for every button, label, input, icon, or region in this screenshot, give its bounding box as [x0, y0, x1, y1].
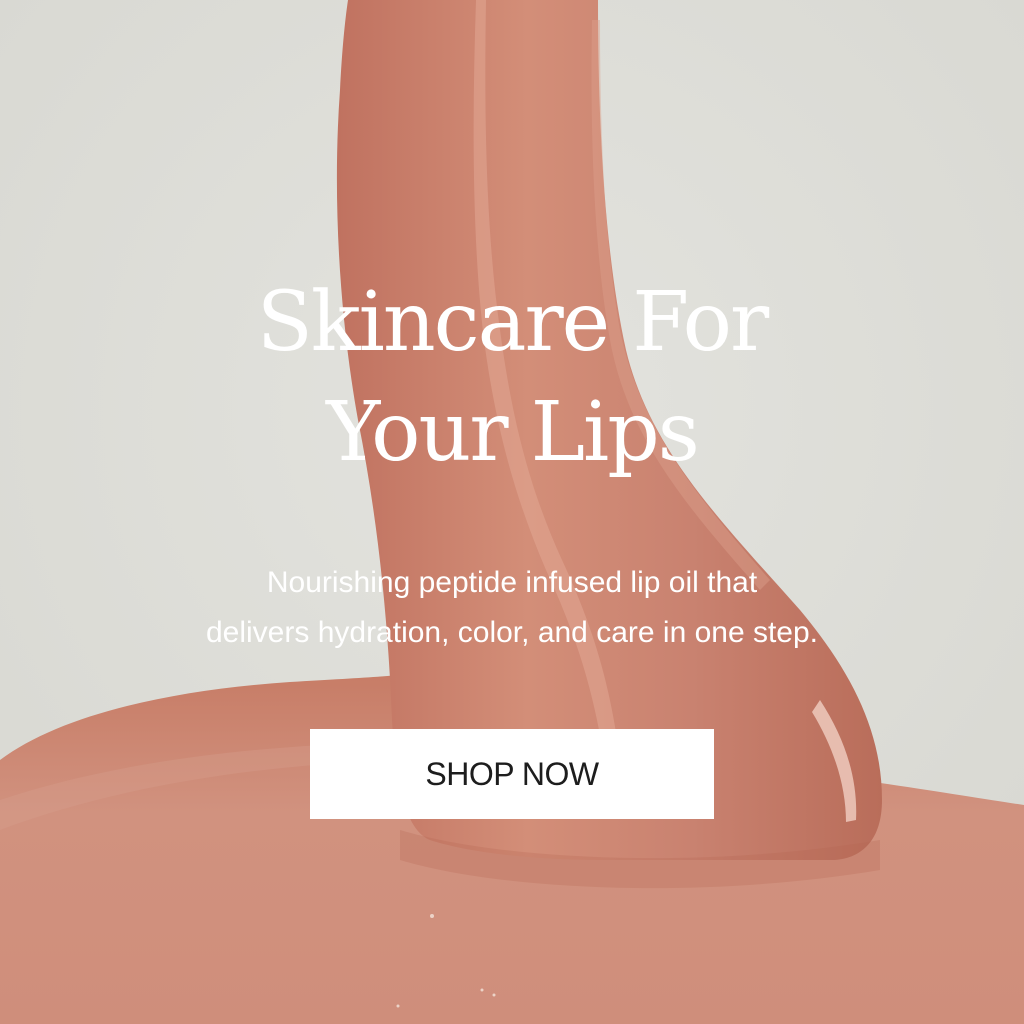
- headline-line-1: Skincare For: [256, 275, 769, 370]
- hero-subcopy: Nourishing peptide infused lip oil that …: [0, 558, 1024, 658]
- hero-banner: Skincare For Your Lips Nourishing peptid…: [0, 0, 1024, 1024]
- subcopy-line-2: delivers hydration, color, and care in o…: [205, 616, 819, 649]
- subcopy-line-1: Nourishing peptide infused lip oil that: [266, 566, 758, 599]
- headline-line-2: Your Lips: [326, 385, 700, 480]
- shop-now-button[interactable]: SHOP NOW: [310, 729, 714, 819]
- hero-headline: Skincare For Your Lips: [0, 268, 1024, 488]
- lip-oil-pour-image: [0, 0, 1024, 1024]
